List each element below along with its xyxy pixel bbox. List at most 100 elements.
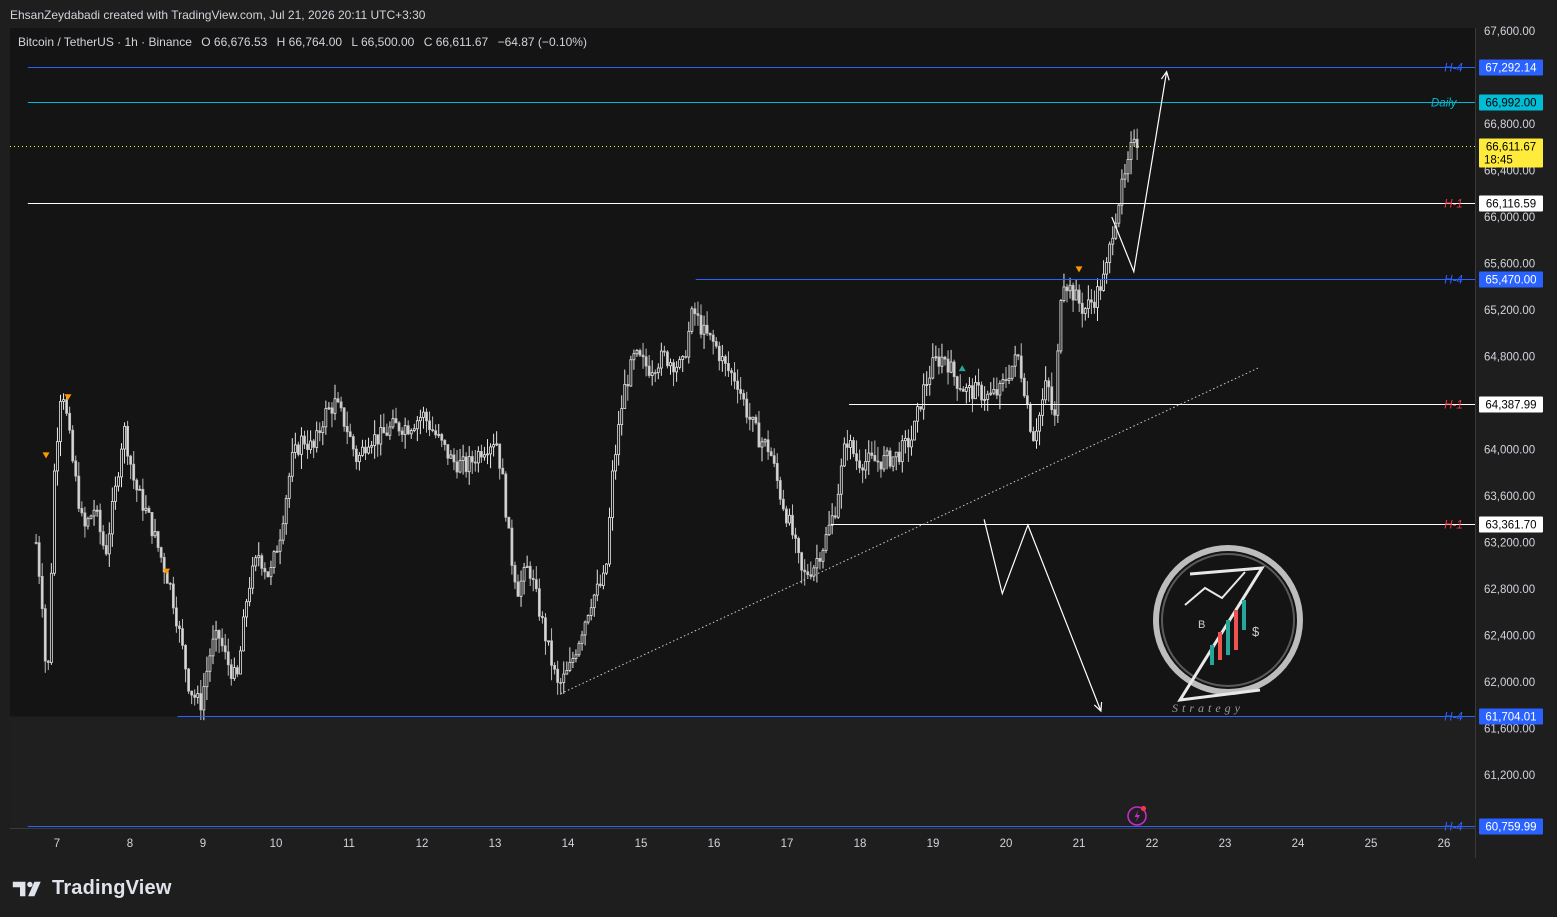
candle-body (336, 398, 340, 403)
candle-body (1123, 173, 1127, 180)
level-price-label: 67,292.14 (1485, 63, 1537, 75)
level-price-label: 66,992.00 (1485, 98, 1536, 110)
candle-body (964, 387, 968, 392)
candle-body (1120, 178, 1124, 206)
candle-body (629, 359, 633, 387)
candle-body (220, 637, 224, 647)
candle-body (785, 508, 788, 524)
price-tick-label: 67,600.00 (1484, 26, 1535, 38)
price-tick-label: 65,600.00 (1484, 259, 1535, 271)
candle-body (300, 435, 303, 455)
candle-body (495, 443, 499, 446)
candle-body (778, 480, 782, 500)
candle-body (583, 621, 587, 636)
footer-bar (0, 858, 1557, 917)
candle-body (769, 451, 773, 457)
candle-body (751, 416, 755, 420)
candle-body (193, 694, 197, 698)
candle-body (254, 557, 258, 567)
candle-body (974, 382, 977, 400)
candle-body (486, 453, 489, 456)
candle-body (1047, 380, 1051, 388)
level-label: H-4 (1444, 63, 1463, 75)
candle-body (678, 359, 682, 368)
candle-body (278, 539, 282, 552)
candle-body (181, 628, 184, 646)
candle-body (1029, 403, 1032, 432)
candle-body (739, 389, 743, 394)
candle-body (476, 451, 480, 464)
candle-body (650, 372, 654, 376)
candle-body (727, 362, 730, 372)
level-price-label: 60,759.99 (1485, 822, 1536, 834)
candle-body (922, 384, 926, 410)
candle-body (1013, 354, 1017, 367)
candle-body (141, 488, 145, 511)
time-tick-label: 8 (127, 838, 133, 850)
candle-body (425, 411, 428, 422)
candle-body (199, 693, 203, 711)
candle-body (757, 422, 761, 448)
candle-body (980, 384, 983, 401)
candle-body (675, 366, 678, 373)
level-price-label: 61,704.01 (1485, 712, 1536, 724)
candle-body (699, 314, 703, 335)
candle-body (1038, 414, 1041, 432)
candle-body (910, 439, 913, 448)
candle-body (513, 565, 517, 583)
candle-body (168, 582, 172, 585)
candle-body (1062, 286, 1066, 302)
price-tick-label: 64,000.00 (1484, 445, 1535, 457)
candle-body (226, 651, 230, 666)
pane-shade (10, 716, 1475, 828)
candle-body (873, 455, 877, 462)
candle-body (781, 498, 785, 510)
candle-body (827, 524, 831, 536)
candle-body (794, 534, 797, 539)
candle-body (608, 517, 611, 565)
candle-body (952, 361, 956, 378)
candle-body (397, 422, 401, 432)
candle-body (330, 407, 334, 414)
candle-body (598, 583, 602, 586)
chart-pane-background (10, 28, 1475, 828)
time-tick-label: 11 (343, 838, 355, 850)
candle-body (409, 430, 413, 435)
candle-body (458, 460, 462, 473)
time-axis-background (10, 829, 1475, 858)
candle-body (101, 531, 105, 546)
candle-body (995, 389, 999, 396)
candle-body (516, 581, 520, 597)
price-chart[interactable]: 67,600.0066,800.0066,400.0066,000.0065,6… (0, 0, 1557, 858)
candle-body (745, 398, 749, 418)
candle-body (83, 512, 87, 527)
candle-body (876, 460, 880, 463)
candle-body (1108, 243, 1112, 263)
candle-body (501, 467, 505, 475)
candle-body (858, 460, 861, 469)
chart-legend[interactable]: Bitcoin / TetherUS · 1h · Binance O 66,6… (18, 35, 587, 49)
candle-body (702, 324, 706, 335)
price-tick-label: 66,000.00 (1484, 212, 1535, 224)
candle-body (483, 454, 486, 458)
candle-body (492, 444, 496, 448)
candle-body (733, 372, 736, 382)
candle-body (1044, 380, 1048, 401)
tradingview-brand[interactable]: TradingView (12, 877, 172, 900)
candle-body (150, 511, 154, 537)
candle-body (406, 425, 410, 435)
candle-body (830, 515, 834, 526)
candle-body (907, 437, 910, 448)
candle-body (1059, 300, 1063, 352)
svg-text:$: $ (1252, 624, 1260, 639)
candle-body (644, 356, 648, 367)
candle-body (638, 350, 642, 356)
candle-body (1071, 284, 1075, 301)
candle-body (659, 350, 663, 369)
candle-body (129, 455, 133, 465)
level-label: H-4 (1444, 712, 1463, 724)
candle-body (1102, 273, 1105, 291)
candle-body (775, 463, 779, 481)
candle-body (269, 567, 273, 578)
candle-body (275, 550, 279, 553)
